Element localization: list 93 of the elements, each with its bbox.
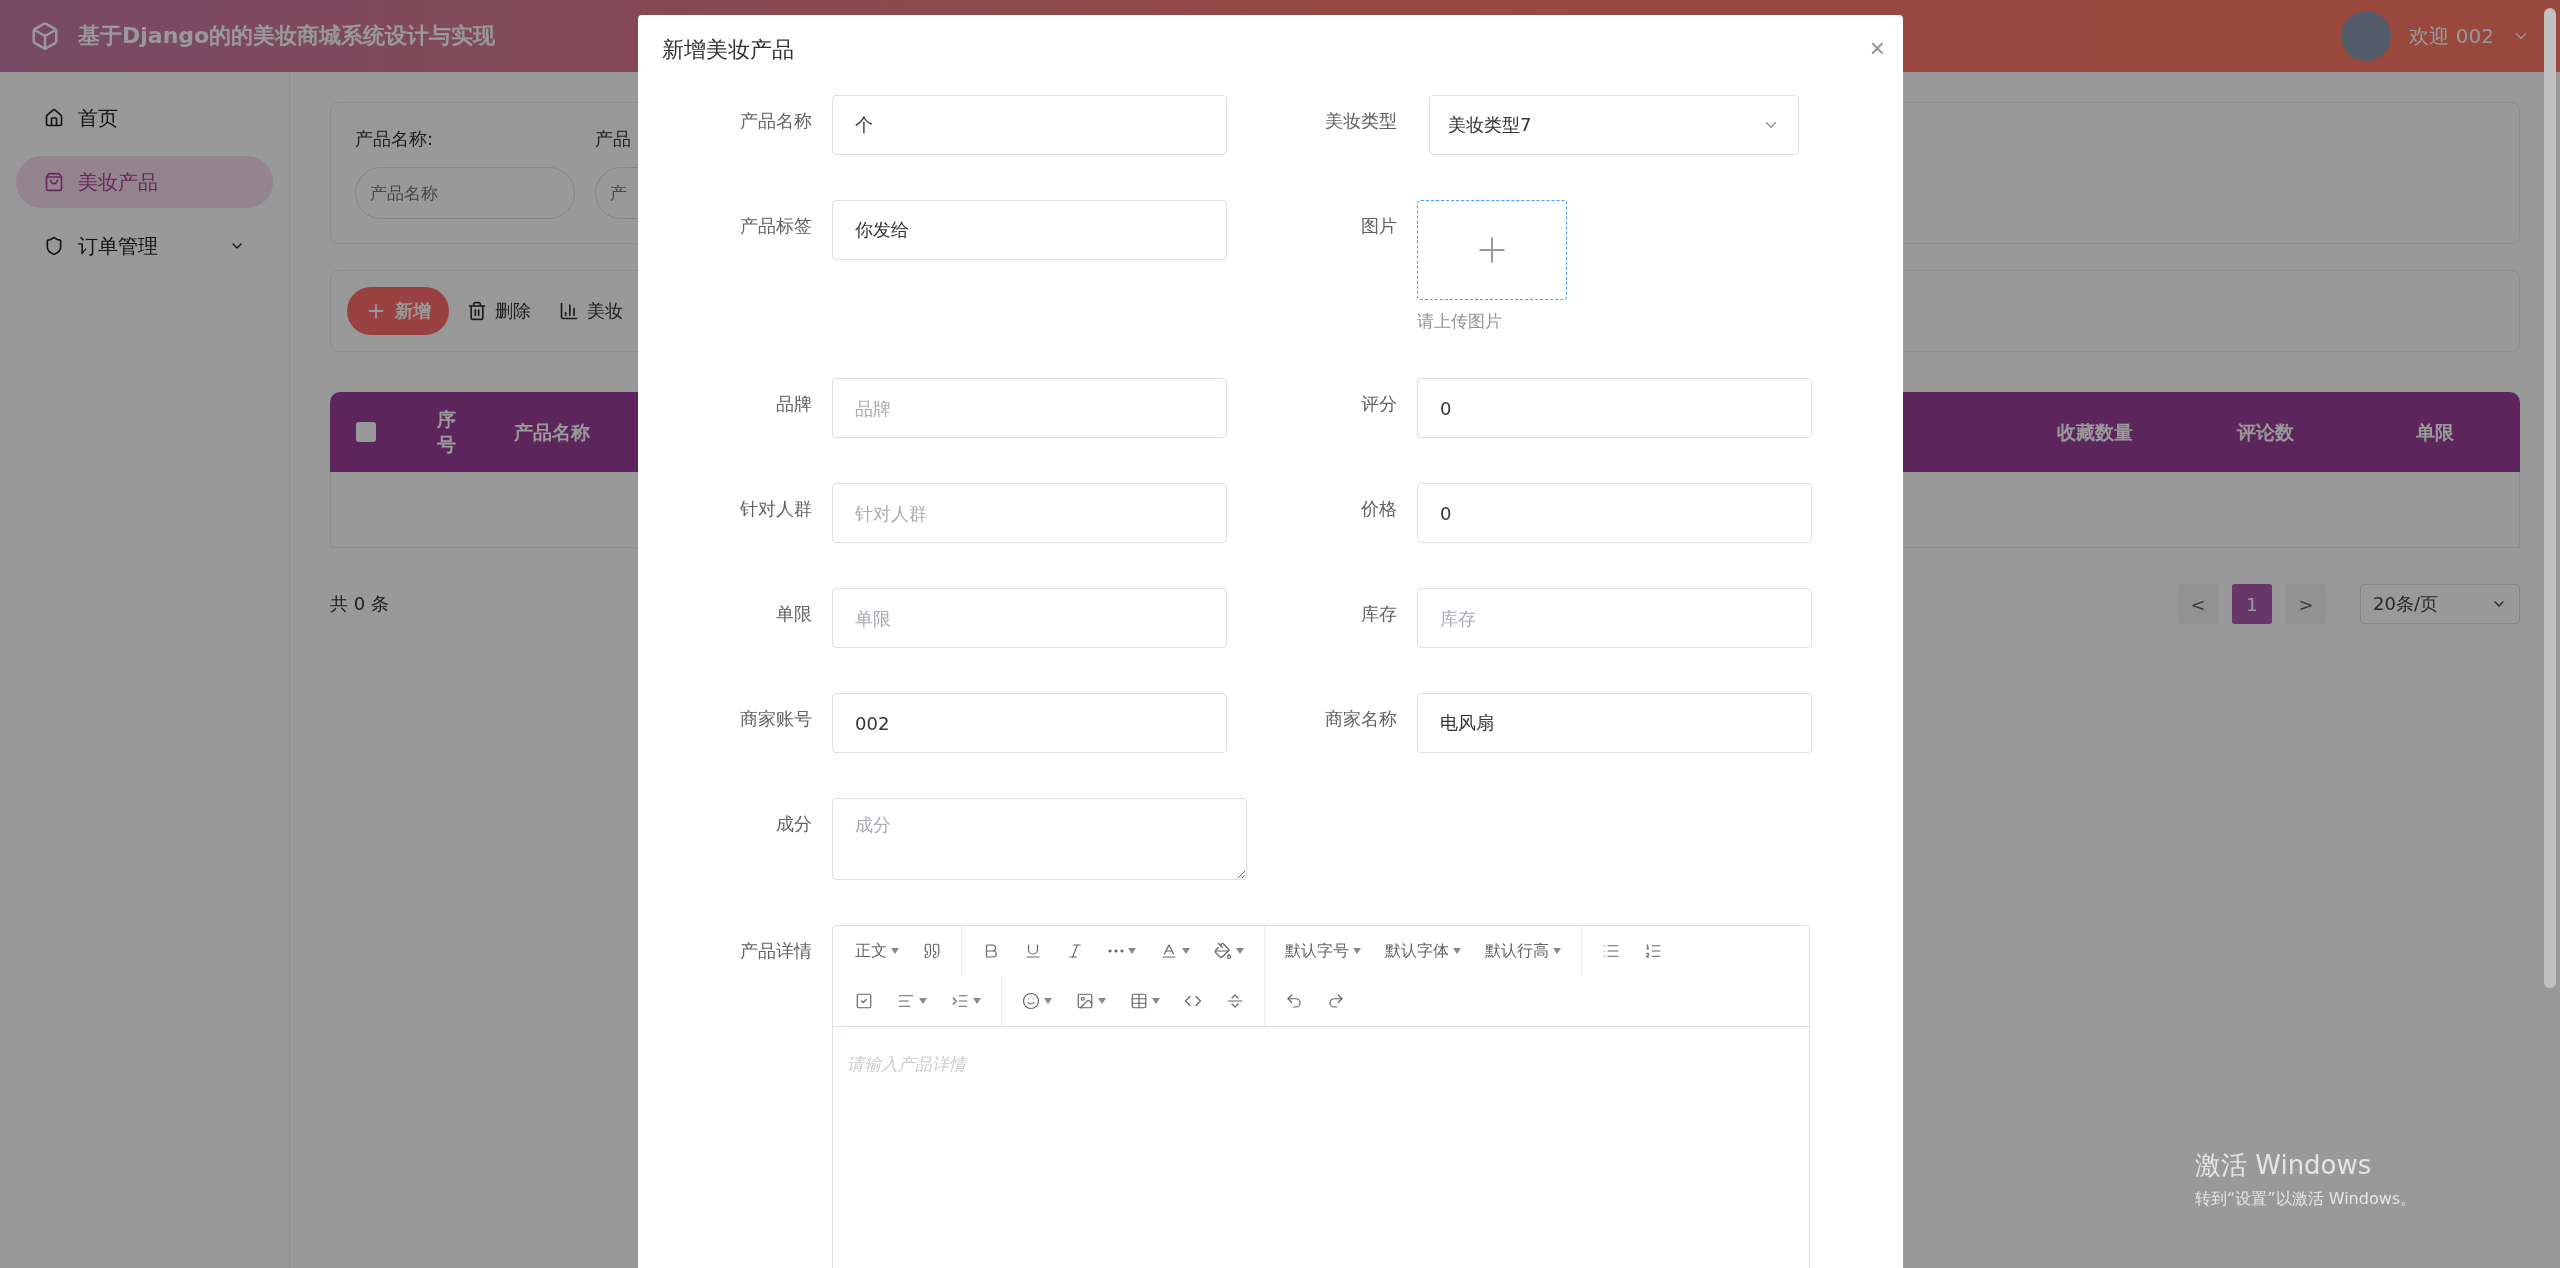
background-color-icon (1214, 942, 1232, 960)
input-field[interactable]: 0 (1417, 378, 1812, 438)
table-icon (1130, 992, 1148, 1010)
toolbar-dropdown[interactable]: 默认字体 (1373, 933, 1473, 969)
input-field[interactable]: 你发给 (832, 200, 1227, 260)
caret-icon (1128, 948, 1136, 954)
form-label: 产品名称 (739, 109, 813, 133)
align-icon (897, 992, 915, 1010)
page-size-select[interactable]: 20条/页 (2360, 584, 2520, 624)
caret-icon (1553, 948, 1561, 954)
search-label: 产品 (595, 127, 632, 151)
search-label: 产品名称: (355, 127, 435, 151)
toolbar-dropdown[interactable]: 默认行高 (1473, 933, 1573, 969)
chart-button[interactable]: 美妆 (549, 287, 633, 335)
toolbar-dropdown[interactable]: 默认字号 (1273, 933, 1373, 969)
form-label: 商家名称 (1324, 707, 1398, 731)
column-header: 收藏数量 (2056, 419, 2134, 445)
form-label: 产品详情 (739, 939, 813, 963)
caret-icon (1453, 948, 1461, 954)
form-label: 品牌 (775, 392, 813, 416)
close-button[interactable]: × (1869, 35, 1885, 61)
input-field[interactable]: 库存 (1417, 588, 1812, 648)
input-field[interactable]: 单限 (832, 588, 1227, 648)
next-page-button[interactable]: > (2286, 584, 2326, 624)
form-label: 商家账号 (739, 707, 813, 731)
page-size-value: 20条/页 (2373, 592, 2438, 616)
divider-icon (1226, 992, 1244, 1010)
form-label: 价格 (1360, 497, 1398, 521)
prev-page-button[interactable]: < (2178, 584, 2218, 624)
image-icon (1076, 992, 1094, 1010)
trash-icon (467, 301, 487, 321)
upload-button[interactable] (1417, 200, 1567, 300)
column-header: 序号 (436, 407, 457, 457)
bag-icon (44, 172, 64, 192)
input-field[interactable]: 0 (1417, 483, 1812, 543)
font-color-icon (1160, 942, 1178, 960)
search-field[interactable]: 产品名称 (355, 167, 575, 219)
home-icon (44, 108, 64, 128)
caret-icon (1044, 998, 1052, 1004)
input-field[interactable]: 品牌 (832, 378, 1227, 438)
caret-icon (1182, 948, 1190, 954)
checklist-icon (855, 992, 873, 1010)
form-label: 针对人群 (739, 497, 813, 521)
italic-icon (1066, 942, 1084, 960)
bar-chart-icon (559, 301, 579, 321)
underline-icon (1024, 942, 1042, 960)
select-value: 美妆类型7 (1448, 113, 1532, 137)
delete-button[interactable]: 删除 (457, 287, 541, 335)
quote-icon (923, 942, 941, 960)
page-button[interactable]: 1 (2232, 584, 2272, 624)
caret-icon (919, 998, 927, 1004)
upload-hint: 请上传图片 (1417, 310, 1503, 333)
input-field[interactable]: 个 (832, 95, 1227, 155)
column-header: 评论数 (2235, 419, 2295, 445)
shield-icon (44, 236, 64, 256)
total-count: 共 0 条 (330, 592, 389, 616)
input-field[interactable]: 针对人群 (832, 483, 1227, 543)
avatar (2341, 11, 2392, 61)
caret-icon (973, 998, 981, 1004)
caret-icon (1152, 998, 1160, 1004)
select-field[interactable]: 美妆类型7 (1429, 95, 1799, 155)
sidebar-item[interactable]: 订单管理 (16, 220, 273, 272)
undo-icon (1285, 992, 1303, 1010)
form-label: 成分 (775, 812, 813, 836)
indent-icon (951, 992, 969, 1010)
form-label: 图片 (1360, 214, 1398, 238)
emoji-icon (1022, 992, 1040, 1010)
textarea-field[interactable]: 成分 (832, 798, 1247, 880)
sidebar-item[interactable]: 首页 (16, 92, 273, 144)
activation-hint: 转到“设置”以激活 Windows。 (2195, 1189, 2417, 1210)
app-title: 基于Django的的美妆商城系统设计与实现 (78, 22, 496, 50)
form-label: 库存 (1360, 602, 1398, 626)
caret-icon (891, 948, 899, 954)
input-field[interactable]: 电风扇 (1417, 693, 1812, 753)
toolbar-dropdown[interactable]: 正文 (843, 933, 911, 969)
column-header: 产品名称 (512, 419, 591, 445)
caret-icon (1236, 948, 1244, 954)
more-icon (1108, 949, 1124, 953)
form-label: 产品标签 (739, 214, 813, 238)
dialog-title: 新增美妆产品 (662, 36, 794, 64)
activation-title: 激活 Windows (2195, 1149, 2373, 1182)
form-label: 美妆类型 (1324, 109, 1398, 133)
checkbox[interactable] (356, 422, 376, 442)
caret-icon (1098, 998, 1106, 1004)
numbered-list-icon (1644, 942, 1662, 960)
cube-icon (30, 21, 60, 51)
input-field[interactable]: 002 (832, 693, 1227, 753)
caret-icon (1353, 948, 1361, 954)
column-header: 单限 (2415, 419, 2455, 445)
bullet-list-icon (1602, 942, 1620, 960)
form-label: 单限 (775, 602, 813, 626)
form-label: 评分 (1360, 392, 1398, 416)
redo-icon (1327, 992, 1345, 1010)
